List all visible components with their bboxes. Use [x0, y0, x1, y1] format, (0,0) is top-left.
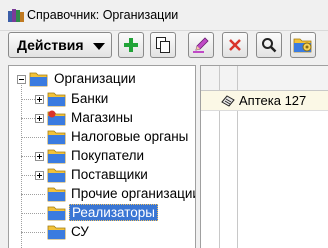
search-icon [262, 38, 277, 53]
folder-icon [47, 149, 66, 164]
tree-root[interactable]: Организации [9, 70, 195, 89]
folder-icon [47, 187, 66, 202]
window-title: Справочник: Организации [27, 8, 179, 22]
app-icon [8, 9, 24, 22]
document-icon [221, 95, 235, 107]
folder-icon [47, 206, 66, 221]
tree-root-label: Организации [54, 71, 136, 86]
delete-button[interactable] [222, 32, 248, 58]
folder-gear-icon [293, 38, 312, 53]
pencil-icon [193, 37, 209, 53]
folder-open-icon [29, 72, 48, 87]
tree-item-tax-authorities[interactable]: Налоговые органы [9, 128, 195, 147]
grid-header [201, 66, 328, 91]
tree-item-label: Поставщики [71, 167, 148, 182]
table-row[interactable]: Аптека 127 [201, 91, 328, 111]
tree-item-label: Банки [71, 91, 109, 106]
copy-icon [156, 37, 170, 53]
tree-item-suppliers[interactable]: Поставщики [9, 166, 195, 185]
search-button[interactable] [256, 32, 282, 58]
delete-x-icon [229, 39, 241, 51]
tree-item-label: Покупатели [71, 148, 145, 163]
folder-icon [47, 168, 66, 183]
grid-cell-name: Аптека 127 [239, 93, 307, 108]
tree-item-label: Налоговые органы [71, 129, 189, 144]
folder-icon [47, 92, 66, 107]
folder-icon [47, 110, 66, 126]
actions-label: Действия [17, 37, 84, 53]
expand-icon[interactable] [35, 171, 44, 180]
tree-item-banks[interactable]: Банки [9, 90, 195, 109]
tree-item-label: Реализаторы [69, 204, 158, 221]
actions-menu-button[interactable]: Действия [8, 32, 112, 58]
add-button[interactable] [118, 32, 144, 58]
copy-button[interactable] [150, 32, 176, 58]
edit-button[interactable] [188, 32, 214, 58]
folder-icon [47, 130, 66, 145]
tree-item-label: Магазины [71, 110, 133, 125]
expand-icon[interactable] [35, 152, 44, 161]
title-bar: Справочник: Организации [0, 0, 328, 31]
folder-tree[interactable]: Организации Банки Магазины Налоговые орг… [8, 65, 196, 248]
tree-item-resellers[interactable]: Реализаторы [9, 204, 195, 223]
plus-icon [124, 38, 138, 52]
tree-item-buyers[interactable]: Покупатели [9, 147, 195, 166]
folder-settings-button[interactable] [290, 32, 316, 58]
chevron-down-icon [93, 43, 105, 50]
tree-item-shops[interactable]: Магазины [9, 109, 195, 128]
tree-item-label: Прочие организации [71, 186, 196, 201]
tree-item-label: СУ [71, 224, 89, 239]
collapse-icon[interactable] [17, 75, 26, 84]
toolbar: Действия [0, 30, 328, 62]
tree-item-su[interactable]: СУ [9, 223, 195, 242]
tree-item-other-orgs[interactable]: Прочие организации [9, 185, 195, 204]
folder-icon [47, 225, 66, 240]
expand-icon[interactable] [35, 114, 44, 123]
items-grid[interactable]: Аптека 127 [200, 65, 328, 248]
expand-icon[interactable] [35, 95, 44, 104]
